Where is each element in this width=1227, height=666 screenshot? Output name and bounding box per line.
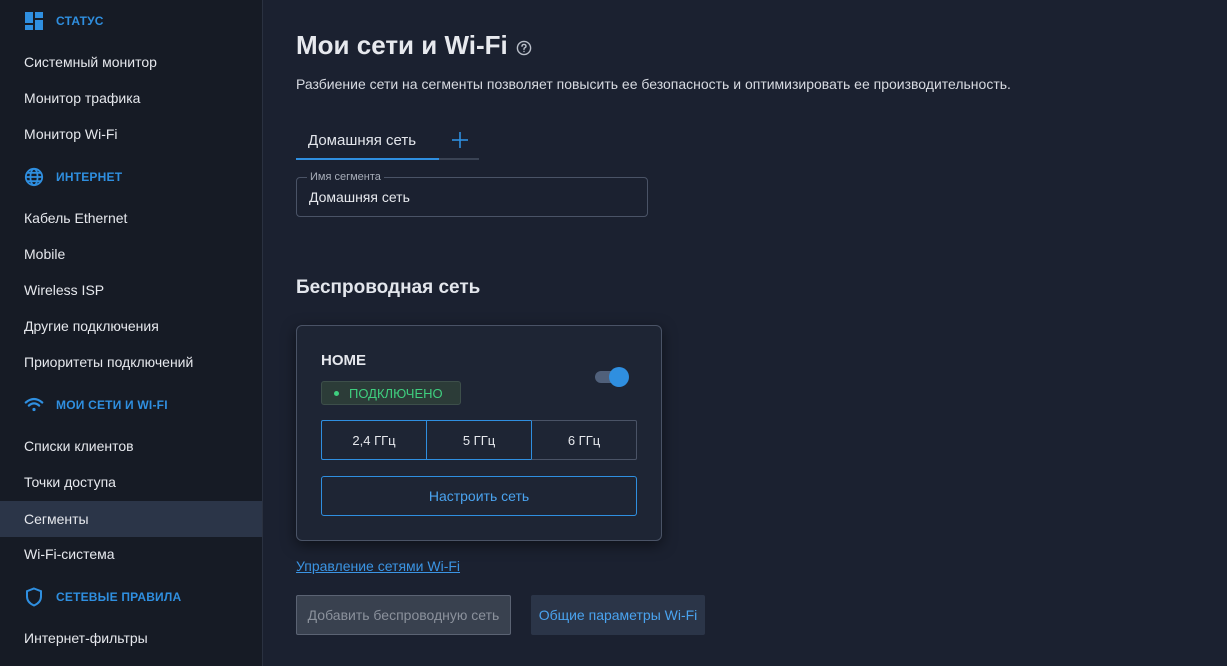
- shield-icon: [24, 587, 44, 607]
- add-segment-button[interactable]: [448, 128, 472, 152]
- sidebar-item-access-points[interactable]: Точки доступа: [0, 464, 262, 500]
- help-circle-icon[interactable]: [516, 36, 532, 56]
- sidebar-item-traffic-monitor[interactable]: Монитор трафика: [0, 80, 262, 116]
- wifi-icon: [24, 395, 44, 415]
- band-2-4ghz-button[interactable]: 2,4 ГГц: [321, 420, 426, 460]
- network-enable-toggle[interactable]: [595, 367, 631, 387]
- sidebar-section-network-rules: СЕТЕВЫЕ ПРАВИЛА: [24, 585, 181, 609]
- page-title: Мои сети и Wi-Fi: [296, 30, 532, 61]
- wifi-network-card: HOME ПОДКЛЮЧЕНО 2,4 ГГц 5 ГГц 6 ГГц Наст…: [296, 325, 662, 541]
- main-content: Мои сети и Wi-Fi Разбиение сети на сегме…: [263, 0, 1227, 666]
- sidebar-section-internet: ИНТЕРНЕТ: [24, 165, 122, 189]
- toggle-knob: [609, 367, 629, 387]
- app: СТАТУС Системный монитор Монитор трафика…: [0, 0, 1227, 666]
- sidebar-item-system-monitor[interactable]: Системный монитор: [0, 44, 262, 80]
- band-selector: 2,4 ГГц 5 ГГц 6 ГГц: [321, 420, 637, 460]
- add-wireless-network-button[interactable]: Добавить беспроводную сеть: [296, 595, 511, 635]
- sidebar-item-connection-priorities[interactable]: Приоритеты подключений: [0, 344, 262, 380]
- sidebar-item-client-lists[interactable]: Списки клиентов: [0, 428, 262, 464]
- band-6ghz-button[interactable]: 6 ГГц: [531, 420, 637, 460]
- sidebar-item-mobile[interactable]: Mobile: [0, 236, 262, 272]
- sidebar-section-title: ИНТЕРНЕТ: [56, 170, 123, 184]
- plus-icon: [448, 128, 472, 152]
- page-title-text: Мои сети и Wi-Fi: [296, 30, 508, 60]
- status-badge: ПОДКЛЮЧЕНО: [321, 381, 461, 405]
- network-name: HOME: [321, 352, 366, 369]
- sidebar-section-status: СТАТУС: [24, 9, 104, 33]
- sidebar-section-title: СТАТУС: [56, 14, 104, 28]
- wireless-section-title: Беспроводная сеть: [296, 277, 481, 298]
- tab-home-network[interactable]: Домашняя сеть: [296, 122, 439, 160]
- globe-icon: [24, 167, 44, 187]
- segment-tabs: Домашняя сеть: [296, 122, 479, 160]
- sidebar-item-wireless-isp[interactable]: Wireless ISP: [0, 272, 262, 308]
- sidebar-section-title: МОИ СЕТИ И WI-FI: [56, 398, 168, 412]
- configure-network-button[interactable]: Настроить сеть: [321, 476, 637, 516]
- segment-name-input[interactable]: [297, 178, 647, 216]
- segment-name-field: Имя сегмента: [296, 171, 648, 217]
- status-text: ПОДКЛЮЧЕНО: [349, 385, 443, 401]
- sidebar-item-ethernet-cable[interactable]: Кабель Ethernet: [0, 200, 262, 236]
- general-wifi-settings-button[interactable]: Общие параметры Wi-Fi: [531, 595, 705, 635]
- sidebar-item-internet-filters[interactable]: Интернет-фильтры: [0, 620, 262, 656]
- page-subtitle: Разбиение сети на сегменты позволяет пов…: [296, 76, 1011, 92]
- manage-wifi-networks-link[interactable]: Управление сетями Wi-Fi: [296, 558, 460, 574]
- sidebar-section-my-networks: МОИ СЕТИ И WI-FI: [24, 393, 168, 417]
- dashboard-icon: [24, 11, 44, 31]
- sidebar-item-other-connections[interactable]: Другие подключения: [0, 308, 262, 344]
- sidebar-section-title: СЕТЕВЫЕ ПРАВИЛА: [56, 590, 182, 604]
- sidebar: СТАТУС Системный монитор Монитор трафика…: [0, 0, 263, 666]
- band-5ghz-button[interactable]: 5 ГГц: [426, 420, 531, 460]
- sidebar-item-wifi-system[interactable]: Wi-Fi-система: [0, 536, 262, 572]
- sidebar-item-segments[interactable]: Сегменты: [0, 501, 262, 537]
- status-dot-icon: [334, 390, 339, 396]
- sidebar-item-wifi-monitor[interactable]: Монитор Wi-Fi: [0, 116, 262, 152]
